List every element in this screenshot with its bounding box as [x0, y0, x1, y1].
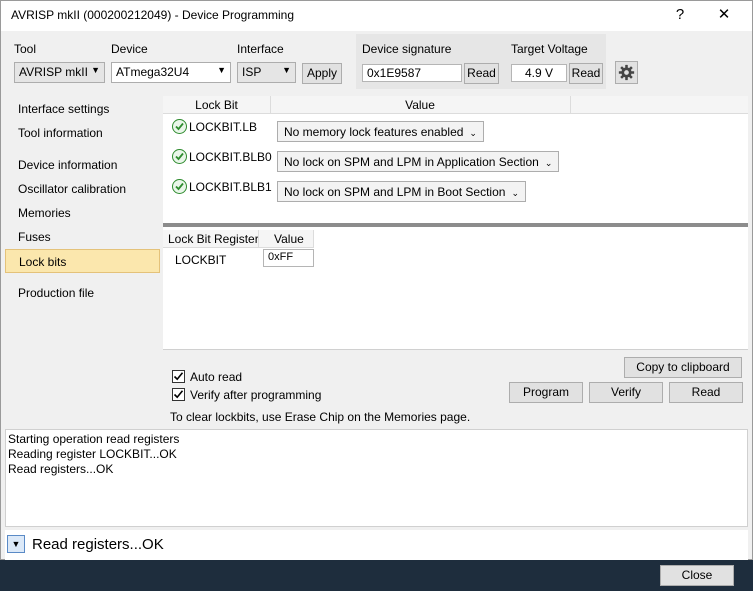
check-circle-icon — [172, 149, 187, 164]
chevron-down-icon: ⌄ — [544, 158, 553, 168]
auto-read-label: Auto read — [190, 370, 243, 384]
lockbit-grid-header: Lock Bit Value — [163, 96, 748, 114]
signature-read-button[interactable]: Read — [464, 63, 499, 84]
check-circle-icon — [172, 179, 187, 194]
gear-icon — [618, 64, 635, 84]
verify-after-programming-checkbox[interactable] — [172, 388, 185, 401]
close-window-button[interactable]: ✕ — [701, 1, 747, 31]
voltage-field[interactable]: 4.9 V — [511, 64, 567, 82]
lockbit-name: LOCKBIT.LB — [189, 120, 258, 134]
column-divider — [570, 96, 571, 114]
verify-after-programming-label: Verify after programming — [190, 388, 322, 402]
chevron-down-icon: ⌄ — [511, 188, 519, 198]
panel-splitter[interactable] — [163, 223, 748, 227]
lockbit-blb0-value: No lock on SPM and LPM in Application Se… — [284, 155, 539, 169]
interface-select-value: ISP — [242, 65, 262, 79]
sidebar-nav: Interface settings Tool information Devi… — [5, 96, 162, 426]
lockbit-blb1-value: No lock on SPM and LPM in Boot Section — [284, 185, 506, 199]
window-title: AVRISP mkII (000200212049) - Device Prog… — [11, 8, 295, 22]
settings-button[interactable] — [615, 61, 638, 84]
voltage-label: Target Voltage — [511, 42, 588, 56]
register-name: LOCKBIT — [175, 253, 227, 267]
lockbit-blb1-select[interactable]: No lock on SPM and LPM in Boot Section ⌄ — [277, 181, 526, 202]
register-grid-header: Lock Bit Register Value — [163, 230, 313, 248]
voltage-read-button[interactable]: Read — [569, 63, 603, 84]
signature-field[interactable]: 0x1E9587 — [362, 64, 462, 82]
chevron-down-icon: ⌄ — [469, 128, 477, 138]
log-line: Reading register LOCKBIT...OK — [8, 447, 177, 461]
options-panel: Auto read Verify after programming To cl… — [163, 349, 748, 426]
status-bar: ▼ Read registers...OK — [5, 530, 748, 560]
title-bar: AVRISP mkII (000200212049) - Device Prog… — [1, 1, 752, 31]
chevron-down-icon: ▼ — [11, 539, 21, 549]
tool-select[interactable]: AVRISP mkII ▼ — [14, 62, 105, 83]
register-value-column-header: Value — [274, 232, 304, 246]
device-select[interactable]: ATmega32U4 ▼ — [111, 62, 231, 83]
value-column-header: Value — [405, 98, 435, 112]
lockbit-name: LOCKBIT.BLB1 — [189, 180, 272, 194]
lockbit-lb-select[interactable]: No memory lock features enabled ⌄ — [277, 121, 484, 142]
sidebar-item-fuses[interactable]: Fuses — [5, 225, 160, 249]
copy-to-clipboard-button[interactable]: Copy to clipboard — [624, 357, 742, 378]
column-divider — [313, 230, 314, 248]
interface-select[interactable]: ISP ▼ — [237, 62, 296, 83]
lockbit-blb0-select[interactable]: No lock on SPM and LPM in Application Se… — [277, 151, 560, 172]
verify-button[interactable]: Verify — [589, 382, 663, 403]
interface-label: Interface — [237, 42, 284, 56]
close-button[interactable]: Close — [660, 565, 734, 586]
chevron-down-icon: ▼ — [217, 65, 226, 75]
status-text: Read registers...OK — [32, 536, 164, 553]
auto-read-checkbox[interactable] — [172, 370, 185, 383]
device-programming-window: AVRISP mkII (000200212049) - Device Prog… — [0, 0, 753, 560]
sidebar-item-production-file[interactable]: Production file — [5, 281, 160, 305]
tool-select-value: AVRISP mkII — [19, 65, 88, 79]
column-divider — [258, 230, 259, 248]
expand-log-button[interactable]: ▼ — [7, 535, 25, 553]
program-button[interactable]: Program — [509, 382, 583, 403]
read-button[interactable]: Read — [669, 382, 743, 403]
lockbit-name: LOCKBIT.BLB0 — [189, 150, 272, 164]
log-line: Starting operation read registers — [8, 432, 180, 446]
column-divider — [270, 96, 271, 114]
sidebar-item-interface-settings[interactable]: Interface settings — [5, 97, 160, 121]
register-column-header: Lock Bit Register — [168, 232, 259, 246]
device-select-value: ATmega32U4 — [116, 65, 190, 79]
sidebar-item-device-information[interactable]: Device information — [5, 153, 160, 177]
check-circle-icon — [172, 119, 187, 134]
register-value-field[interactable]: 0xFF — [263, 249, 314, 267]
sidebar-item-memories[interactable]: Memories — [5, 201, 160, 225]
lockbit-column-header: Lock Bit — [195, 98, 238, 112]
sidebar-item-oscillator-calibration[interactable]: Oscillator calibration — [5, 177, 160, 201]
sidebar-item-tool-information[interactable]: Tool information — [5, 121, 160, 145]
chevron-down-icon: ▼ — [91, 65, 100, 75]
sidebar-item-lock-bits[interactable]: Lock bits — [5, 249, 160, 273]
erase-hint: To clear lockbits, use Erase Chip on the… — [170, 410, 471, 424]
lockbit-lb-value: No memory lock features enabled — [284, 125, 464, 139]
chevron-down-icon: ▼ — [282, 65, 291, 75]
apply-button[interactable]: Apply — [302, 63, 342, 84]
log-line: Read registers...OK — [8, 462, 114, 476]
help-button[interactable]: ? — [657, 1, 703, 31]
device-label: Device — [111, 42, 148, 56]
tool-label: Tool — [14, 42, 37, 56]
signature-label: Device signature — [362, 42, 452, 56]
output-log[interactable]: Starting operation read registers Readin… — [5, 429, 748, 527]
